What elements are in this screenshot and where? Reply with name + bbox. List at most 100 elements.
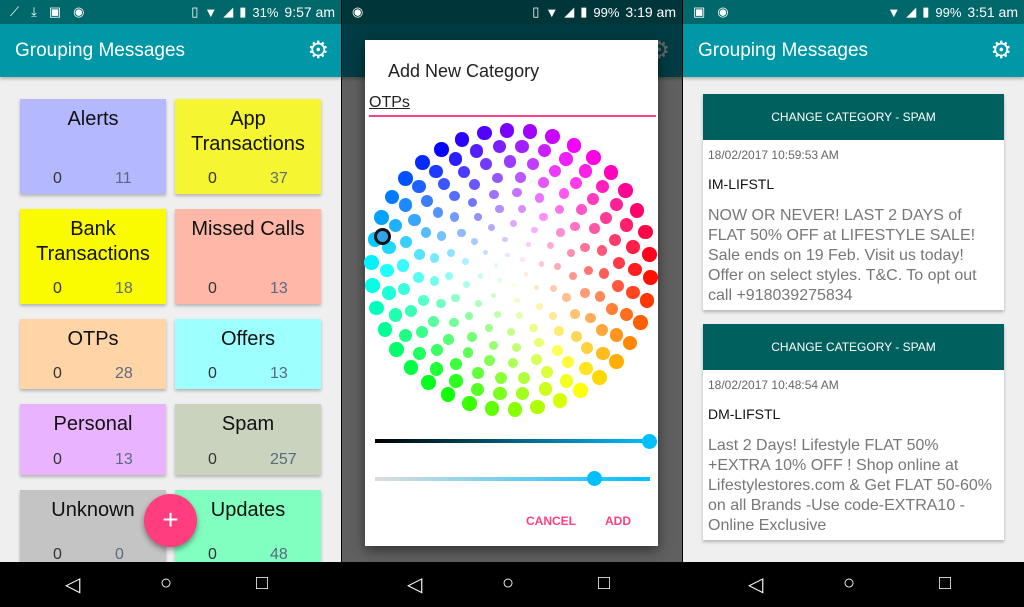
add-button[interactable]: ADD — [605, 514, 631, 528]
color-swatch[interactable] — [626, 285, 640, 300]
color-swatch[interactable] — [493, 386, 507, 401]
cancel-button[interactable]: CANCEL — [526, 514, 576, 528]
color-swatch[interactable] — [377, 322, 393, 337]
color-swatch[interactable] — [454, 132, 470, 147]
back-icon[interactable]: ◁ — [65, 572, 80, 597]
color-swatch[interactable] — [632, 315, 648, 330]
color-swatch[interactable] — [619, 218, 634, 232]
add-category-button[interactable]: + — [144, 494, 197, 547]
color-swatch[interactable] — [595, 179, 610, 193]
color-swatch[interactable] — [365, 278, 380, 293]
color-swatch[interactable] — [580, 242, 590, 253]
color-swatch[interactable] — [428, 316, 439, 327]
color-swatch[interactable] — [440, 387, 456, 402]
color-swatch[interactable] — [438, 178, 451, 191]
color-swatch[interactable] — [451, 293, 460, 302]
color-swatch[interactable] — [462, 395, 477, 411]
color-swatch[interactable] — [484, 355, 496, 366]
color-swatch[interactable] — [628, 263, 642, 277]
color-swatch[interactable] — [488, 224, 496, 232]
color-swatch[interactable] — [482, 249, 489, 256]
color-swatch[interactable] — [609, 328, 624, 342]
color-swatch[interactable] — [490, 292, 497, 299]
color-swatch[interactable] — [420, 226, 432, 238]
color-swatch[interactable] — [465, 311, 474, 320]
color-swatch[interactable] — [537, 177, 549, 189]
color-swatch[interactable] — [516, 386, 530, 401]
color-swatch[interactable] — [389, 342, 404, 357]
color-swatch[interactable] — [493, 311, 501, 318]
category-tile[interactable]: Updates 0 48 — [175, 490, 321, 570]
color-swatch[interactable] — [525, 241, 532, 248]
color-swatch[interactable] — [470, 144, 484, 158]
color-swatch[interactable] — [399, 328, 413, 343]
color-swatch[interactable] — [515, 139, 529, 154]
color-swatch[interactable] — [600, 211, 613, 225]
color-swatch[interactable] — [559, 374, 574, 388]
color-swatch[interactable] — [506, 327, 516, 337]
change-category-button[interactable]: CHANGE CATEGORY - SPAM — [703, 324, 1004, 370]
color-swatch[interactable] — [414, 155, 430, 170]
color-swatch[interactable] — [566, 248, 575, 258]
color-swatch[interactable] — [412, 179, 426, 194]
color-swatch[interactable] — [400, 236, 413, 249]
color-swatch[interactable] — [552, 345, 563, 356]
color-swatch[interactable] — [570, 309, 580, 319]
alpha-slider-thumb[interactable] — [587, 471, 602, 486]
color-swatch[interactable] — [463, 280, 471, 288]
color-swatch[interactable] — [530, 399, 546, 415]
color-swatch[interactable] — [492, 139, 506, 154]
color-swatch[interactable] — [398, 282, 411, 295]
home-icon[interactable]: ○ — [843, 572, 855, 595]
category-tile[interactable]: Offers 0 13 — [175, 319, 321, 389]
color-swatch[interactable] — [429, 276, 440, 286]
color-swatch[interactable] — [530, 354, 542, 365]
color-swatch[interactable] — [548, 311, 557, 320]
color-swatch[interactable] — [595, 323, 608, 336]
color-swatch[interactable] — [583, 265, 594, 276]
color-swatch[interactable] — [388, 308, 403, 322]
color-swatch[interactable] — [408, 214, 421, 227]
category-tile[interactable]: OTPs 0 28 — [20, 319, 166, 389]
color-swatch[interactable] — [512, 282, 517, 288]
color-swatch[interactable] — [598, 268, 610, 280]
category-tile[interactable]: Personal 0 13 — [20, 404, 166, 475]
color-swatch[interactable] — [499, 123, 515, 138]
color-swatch[interactable] — [566, 138, 582, 153]
color-swatch[interactable] — [573, 383, 589, 399]
color-swatch[interactable] — [529, 323, 538, 332]
color-swatch[interactable] — [507, 357, 519, 369]
color-swatch[interactable] — [497, 278, 502, 283]
color-swatch[interactable] — [570, 330, 582, 342]
color-swatch[interactable] — [537, 143, 552, 158]
gear-icon[interactable]: ⚙ — [307, 36, 329, 65]
category-tile[interactable]: App Transactions 0 37 — [175, 99, 321, 194]
color-swatch[interactable] — [505, 252, 510, 258]
color-swatch[interactable] — [484, 400, 500, 416]
color-swatch[interactable] — [562, 293, 571, 302]
color-swatch[interactable] — [417, 295, 429, 307]
color-swatch[interactable] — [474, 299, 482, 307]
color-swatch[interactable] — [449, 190, 461, 202]
color-swatch[interactable] — [606, 302, 619, 315]
color-swatch[interactable] — [449, 374, 463, 388]
recents-icon[interactable]: □ — [598, 572, 610, 595]
color-swatch[interactable] — [488, 340, 499, 351]
category-tile[interactable]: Missed Calls 0 13 — [175, 209, 321, 304]
lightness-slider-thumb[interactable] — [642, 434, 657, 449]
color-swatch[interactable] — [569, 176, 582, 189]
color-swatch[interactable] — [536, 302, 544, 310]
color-swatch[interactable] — [364, 255, 380, 270]
back-icon[interactable]: ◁ — [407, 572, 422, 597]
color-swatch[interactable] — [374, 210, 390, 225]
color-swatch[interactable] — [588, 223, 600, 234]
color-swatch[interactable] — [491, 172, 503, 184]
color-swatch[interactable] — [609, 233, 622, 246]
color-swatch[interactable] — [603, 165, 619, 180]
back-icon[interactable]: ◁ — [748, 572, 763, 597]
recents-icon[interactable]: □ — [256, 572, 268, 595]
color-swatch[interactable] — [484, 323, 493, 332]
color-swatch[interactable] — [421, 375, 436, 390]
color-swatch[interactable] — [518, 371, 531, 384]
category-tile[interactable]: Spam 0 257 — [175, 404, 321, 475]
